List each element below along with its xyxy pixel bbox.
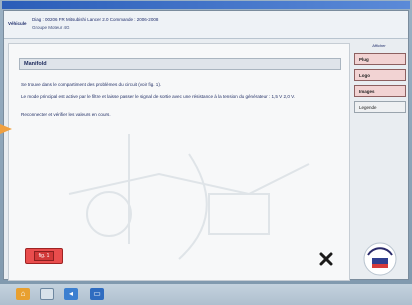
- background-schematic: [68, 134, 310, 260]
- home-icon[interactable]: ⌂: [16, 288, 30, 300]
- vehicle-info-line-1: Diag : 00206 FR Mitsubishi Lancer 2.0 Co…: [32, 17, 159, 22]
- window-icon[interactable]: [40, 288, 54, 300]
- vehicle-info-bar: Véhicule Diag : 00206 FR Mitsubishi Lanc…: [4, 11, 408, 39]
- content-panel: Manifold Se trouve dans le compartiment …: [8, 43, 350, 281]
- brand-logo-icon: [363, 242, 397, 276]
- vehicle-info-line-2: Groupe Moteur 4G: [32, 25, 70, 30]
- monitor-glyph: ▭: [93, 289, 101, 298]
- instruction-line-2: Le mode principal est active par le filt…: [21, 94, 296, 99]
- back-glyph: ◂: [68, 289, 73, 298]
- side-button-legende[interactable]: Legende: [354, 101, 406, 113]
- figure-1-button[interactable]: fig. 1: [25, 248, 63, 264]
- window-title-bar: [2, 1, 410, 9]
- pointer-arrow-icon: [0, 124, 12, 134]
- side-button-plug[interactable]: Plug: [354, 53, 406, 65]
- home-glyph: ⌂: [20, 289, 26, 298]
- side-button-logo[interactable]: Logo: [354, 69, 406, 81]
- instruction-line-1: Se trouve dans le compartiment des probl…: [21, 82, 162, 87]
- taskbar: ⌂ ◂ ▭: [0, 284, 412, 305]
- vehicle-label: Véhicule: [8, 21, 27, 26]
- figure-1-label: fig. 1: [33, 251, 55, 261]
- back-icon[interactable]: ◂: [64, 288, 78, 300]
- screen-frame: Véhicule Diag : 00206 FR Mitsubishi Lanc…: [0, 0, 412, 305]
- side-button-images[interactable]: Images: [354, 85, 406, 97]
- close-x-icon[interactable]: [319, 252, 333, 266]
- monitor-icon[interactable]: ▭: [90, 288, 104, 300]
- side-panel: Afficher Plug Logo Images Legende: [352, 43, 408, 281]
- instruction-line-3: Reconnecter et vérifier les valeurs en c…: [21, 112, 111, 117]
- application-window: Véhicule Diag : 00206 FR Mitsubishi Lanc…: [3, 10, 409, 281]
- side-panel-header: Afficher: [372, 43, 386, 48]
- panel-title: Manifold: [19, 58, 341, 70]
